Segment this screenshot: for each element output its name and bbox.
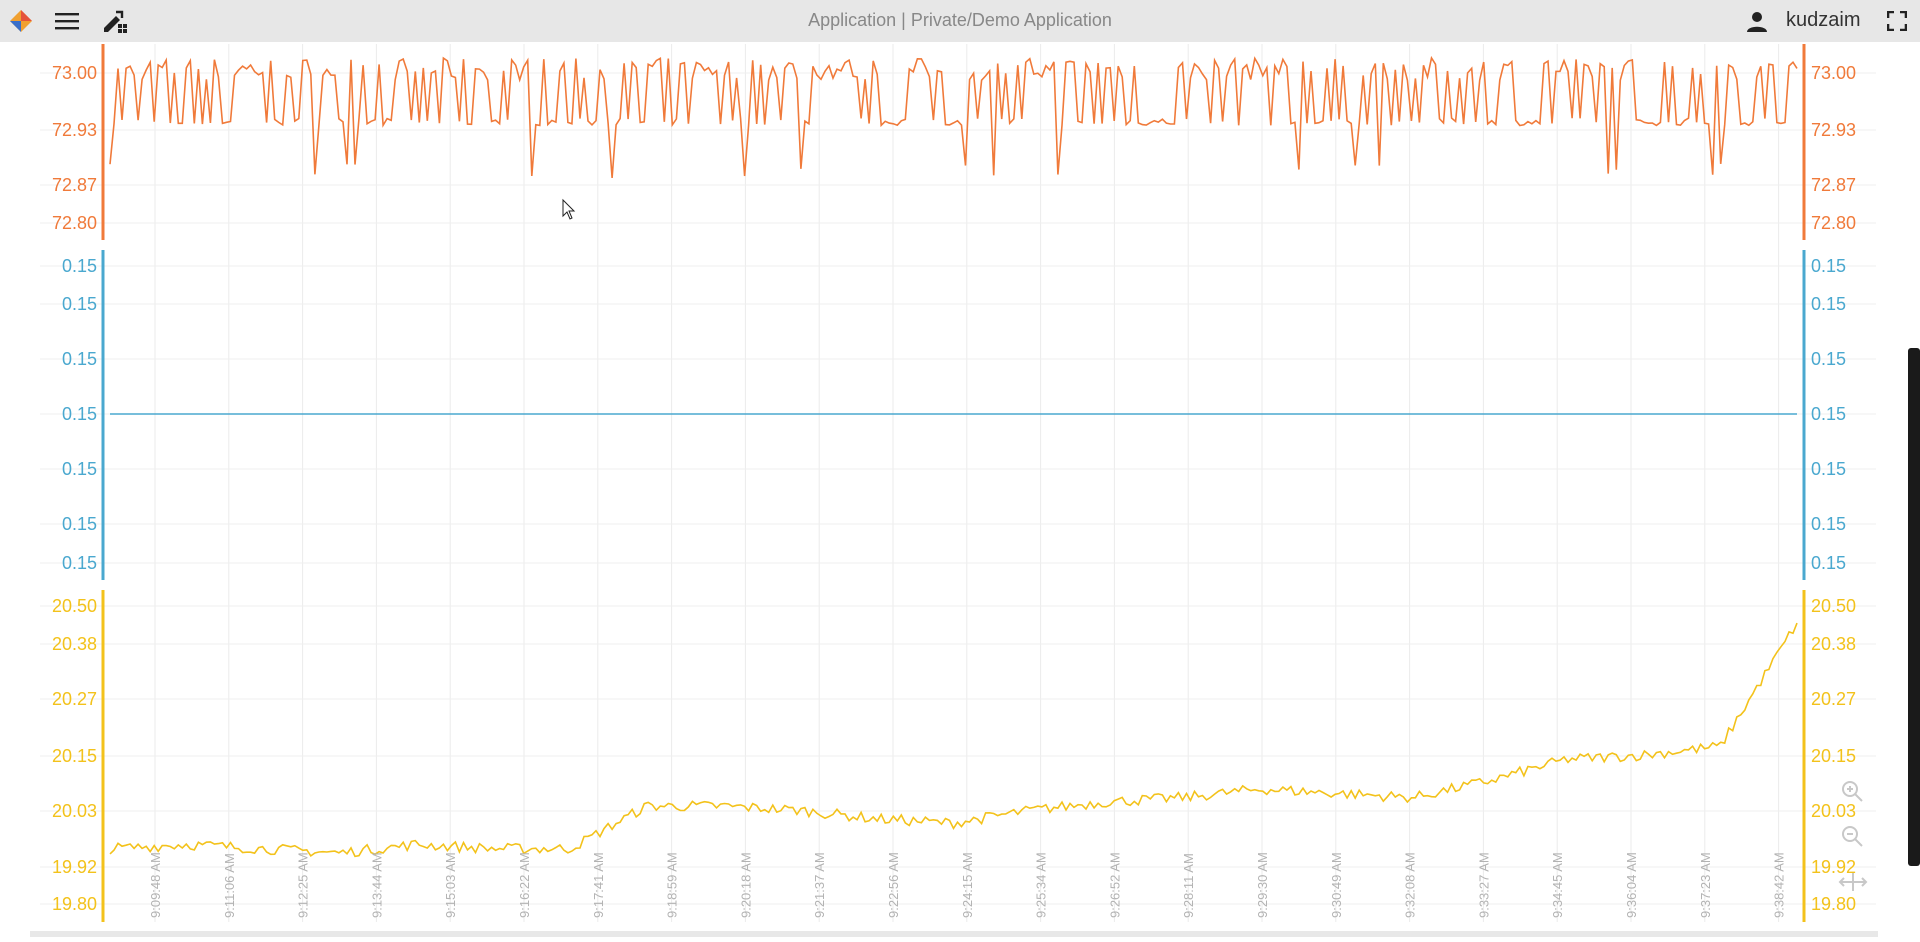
user-icon[interactable]	[1742, 6, 1772, 36]
y-tick-label-left: 20.50	[52, 596, 97, 616]
x-tick-label: 9:28:11 AM	[1181, 853, 1196, 918]
series-line[interactable]	[109, 55, 1798, 178]
y-tick-label-left: 0.15	[62, 459, 97, 479]
y-tick-label-right: 0.15	[1811, 553, 1846, 573]
x-tick-label: 9:33:27 AM	[1476, 852, 1491, 918]
app-title: Application | Private/Demo Application	[808, 10, 1112, 30]
y-tick-label-right: 0.15	[1811, 514, 1846, 534]
x-tick-label: 9:25:34 AM	[1034, 852, 1049, 918]
fullscreen-icon[interactable]	[1882, 6, 1912, 36]
y-tick-label-left: 0.15	[62, 349, 97, 369]
y-tick-label-left: 73.00	[52, 63, 97, 83]
x-tick-label: 9:36:04 AM	[1624, 852, 1639, 918]
y-tick-label-right: 20.15	[1811, 746, 1856, 766]
y-tick-label-left: 72.87	[52, 175, 97, 195]
y-tick-label-right: 20.03	[1811, 801, 1856, 821]
y-tick-label-right: 72.93	[1811, 120, 1856, 140]
y-tick-label-right: 20.27	[1811, 689, 1856, 709]
x-tick-label: 9:15:03 AM	[443, 852, 458, 918]
chart-panel-3[interactable]: 20.50 20.50 20.38 20.38 20.27 20.27 20.15 20.15…	[40, 590, 1876, 922]
y-tick-label-left: 20.38	[52, 634, 97, 654]
x-tick-label: 9:09:48 AM	[148, 852, 163, 918]
x-tick-label: 9:32:08 AM	[1403, 852, 1418, 918]
y-tick-label-right: 73.00	[1811, 63, 1856, 83]
y-tick-label-left: 0.15	[62, 553, 97, 573]
horizontal-scrollbar[interactable]	[30, 931, 1878, 937]
y-tick-label-right: 72.80	[1811, 213, 1856, 233]
y-tick-label-left: 0.15	[62, 294, 97, 314]
y-tick-label-left: 20.27	[52, 689, 97, 709]
vertical-scrollbar[interactable]	[1908, 348, 1920, 866]
x-tick-label: 9:24:15 AM	[960, 852, 975, 918]
mouse-cursor-shape	[562, 198, 576, 220]
x-tick-label: 9:34:45 AM	[1550, 852, 1565, 918]
y-tick-label-right: 0.15	[1811, 459, 1846, 479]
series-line[interactable]	[109, 622, 1798, 858]
zoom-in-icon[interactable]	[1842, 781, 1863, 802]
y-tick-label-left: 0.15	[62, 514, 97, 534]
y-tick-label-right: 0.15	[1811, 294, 1846, 314]
y-tick-label-left: 72.93	[52, 120, 97, 140]
mouse-cursor-icon	[562, 198, 576, 220]
x-tick-label: 9:12:25 AM	[296, 852, 311, 918]
y-tick-label-right: 72.87	[1811, 175, 1856, 195]
chart-panel-1[interactable]: 73.00 73.00 72.93 72.93 72.87 72.87 72.80 72.80	[40, 44, 1876, 240]
x-tick-label: 9:37:23 AM	[1698, 852, 1713, 918]
x-tick-label: 9:22:56 AM	[886, 852, 901, 918]
y-tick-label-left: 0.15	[62, 256, 97, 276]
y-tick-label-left: 19.92	[52, 857, 97, 877]
y-tick-label-right: 20.50	[1811, 596, 1856, 616]
chart-area: 73.00 73.00 72.93 72.93 72.87 72.87 72.80 72.80…	[0, 42, 1920, 937]
y-tick-label-left: 20.03	[52, 801, 97, 821]
y-tick-label-right: 19.92	[1811, 857, 1856, 877]
y-tick-label-left: 72.80	[52, 213, 97, 233]
x-tick-label: 9:18:59 AM	[665, 852, 680, 918]
y-tick-label-right: 0.15	[1811, 349, 1846, 369]
y-tick-label-left: 20.15	[52, 746, 97, 766]
x-tick-label: 9:30:49 AM	[1329, 852, 1344, 918]
y-tick-label-left: 0.15	[62, 404, 97, 424]
x-tick-label: 9:38:42 AM	[1772, 852, 1787, 918]
y-tick-label-right: 0.15	[1811, 404, 1846, 424]
chart-panel-2[interactable]: 0.15 0.15 0.15 0.15 0.15 0.15 0.15 0.15 0.15 0.15…	[40, 250, 1876, 580]
x-tick-label: 9:20:18 AM	[738, 852, 753, 918]
x-tick-label: 9:16:22 AM	[517, 852, 532, 918]
y-tick-label-right: 0.15	[1811, 256, 1846, 276]
zoom-out-icon[interactable]	[1842, 826, 1863, 847]
top-bar: Application | Private/Demo Application k…	[0, 0, 1920, 42]
charts-svg[interactable]: 73.00 73.00 72.93 72.93 72.87 72.87 72.80 72.80…	[0, 42, 1920, 937]
x-tick-label: 9:17:41 AM	[591, 852, 606, 918]
user-name[interactable]: kudzaim	[1786, 0, 1860, 40]
x-tick-label: 9:26:52 AM	[1107, 852, 1122, 918]
x-tick-label: 9:29:30 AM	[1255, 852, 1270, 918]
x-tick-label: 9:11:06 AM	[222, 853, 237, 918]
x-tick-label: 9:21:37 AM	[812, 852, 827, 918]
y-tick-label-right: 20.38	[1811, 634, 1856, 654]
y-tick-label-right: 19.80	[1811, 894, 1856, 914]
x-tick-label: 9:13:44 AM	[369, 852, 384, 918]
y-tick-label-left: 19.80	[52, 894, 97, 914]
